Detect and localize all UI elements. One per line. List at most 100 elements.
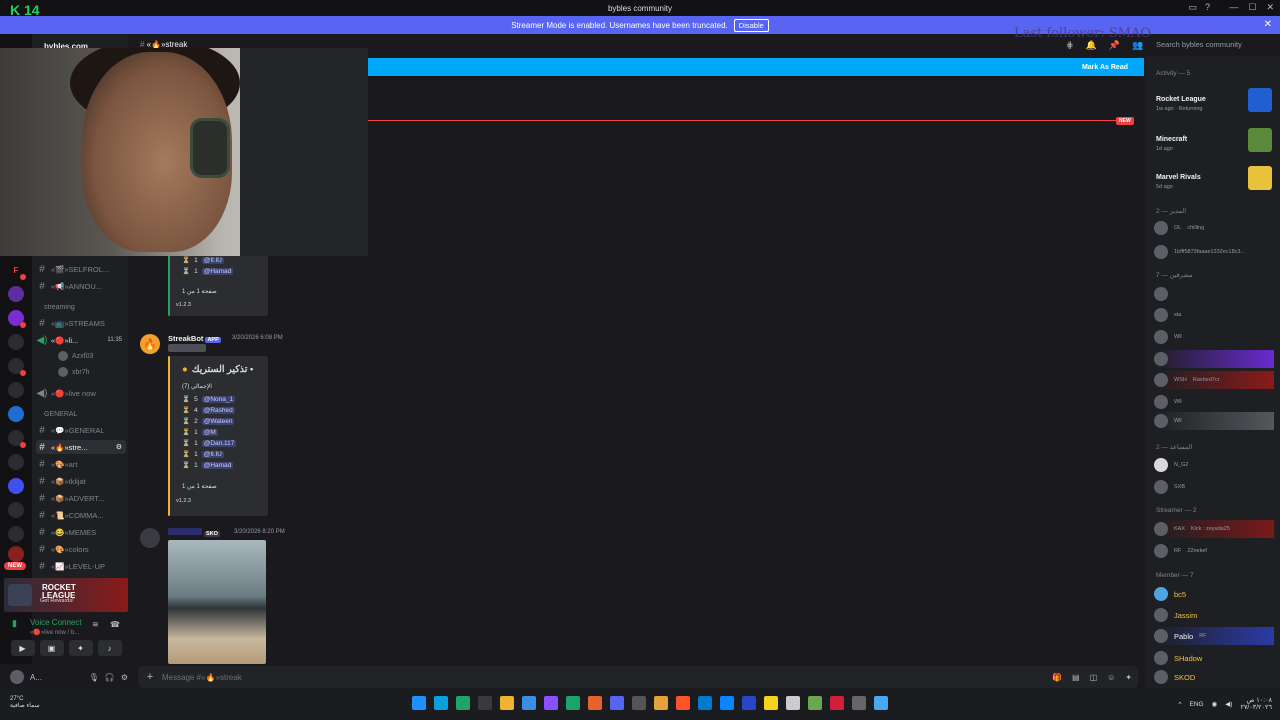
- user-mention[interactable]: @M: [201, 428, 218, 436]
- app-icon[interactable]: [544, 696, 558, 710]
- author-name[interactable]: StreakBot: [168, 334, 203, 343]
- firefox-icon[interactable]: [588, 696, 602, 710]
- screen-share-icon[interactable]: ▣: [39, 640, 64, 656]
- voice-channel-live[interactable]: ◀) «🔴»li... 11:35: [36, 333, 126, 347]
- search-input[interactable]: Search bybles community: [1150, 40, 1276, 54]
- pin-icon[interactable]: 📌: [1109, 40, 1120, 51]
- channel-streak[interactable]: # «🔥»stre... ⚙: [36, 440, 126, 454]
- tray-chevron-icon[interactable]: ^: [1178, 701, 1181, 708]
- weather-widget[interactable]: 27°C سماء صافية: [10, 696, 40, 710]
- avatar[interactable]: [10, 670, 24, 684]
- apps-icon[interactable]: ✦: [1125, 673, 1132, 682]
- channel-colors[interactable]: # «🎨»colors: [36, 542, 126, 556]
- member-item[interactable]: SKOD: [1154, 668, 1274, 686]
- channel-announcements[interactable]: # «📢»ANNOU...: [36, 279, 126, 293]
- file-explorer-icon[interactable]: [500, 696, 514, 710]
- user-mention[interactable]: @Hamad: [201, 461, 234, 469]
- user-mention[interactable]: @Hamad: [201, 267, 234, 275]
- member-item[interactable]: N_G2: [1154, 456, 1274, 474]
- inbox-icon[interactable]: ▭: [1188, 2, 1197, 13]
- server-icon[interactable]: [8, 546, 24, 562]
- activity-card[interactable]: Minecraft 1d ago: [1150, 126, 1276, 162]
- channel-general[interactable]: # «💬»GENERAL: [36, 423, 126, 437]
- channel-memes[interactable]: # «😂»MEMES: [36, 525, 126, 539]
- server-icon[interactable]: [8, 286, 24, 302]
- app-icon[interactable]: [830, 696, 844, 710]
- voice-channel-live-now[interactable]: ◀) «🔴»live now: [36, 386, 126, 400]
- clock[interactable]: ١٠:٠٨ ص ٢٧/٠٣/٢٠٢٦: [1240, 697, 1272, 711]
- member-item[interactable]: Pablo RF: [1154, 627, 1274, 645]
- soundboard-icon[interactable]: ♪: [97, 640, 122, 656]
- attached-photo[interactable]: [168, 540, 266, 664]
- channel-art[interactable]: # «🎨»art: [36, 457, 126, 471]
- mic-icon[interactable]: 🎙: [89, 673, 99, 682]
- app-icon[interactable]: [786, 696, 800, 710]
- message-composer[interactable]: + Message #«🔥»streak 🎁 ▤ ◫ ☺ ✦: [138, 666, 1138, 688]
- server-icon[interactable]: [8, 502, 24, 518]
- channel-commands[interactable]: # «📜»COMMA...: [36, 508, 126, 522]
- noise-suppression-icon[interactable]: ≋: [92, 620, 99, 629]
- banner-close-icon[interactable]: ✕: [1264, 19, 1272, 30]
- user-mention[interactable]: @Nona_1: [201, 395, 236, 403]
- start-icon[interactable]: [412, 696, 426, 710]
- discord-icon[interactable]: [610, 696, 624, 710]
- edge-icon[interactable]: [522, 696, 536, 710]
- member-item[interactable]: sta: [1154, 306, 1274, 324]
- message-author[interactable]: StreakBot APP: [168, 334, 221, 343]
- minimize-icon[interactable]: —: [1229, 2, 1238, 13]
- voice-user[interactable]: xbr7h: [58, 367, 90, 377]
- channel-tklijat[interactable]: # «📦»tklijat: [36, 474, 126, 488]
- member-item[interactable]: 1bfff5873faaae1332ec18c3...: [1154, 243, 1274, 261]
- category-streaming[interactable]: streaming: [44, 304, 75, 311]
- user-mention[interactable]: @Il.IU: [201, 450, 224, 458]
- server-icon[interactable]: [8, 334, 24, 350]
- close-window-icon[interactable]: ✕: [1266, 2, 1274, 13]
- disconnect-icon[interactable]: ☎: [110, 620, 120, 629]
- settings-icon[interactable]: ⚙: [116, 443, 126, 451]
- channel-level-up[interactable]: # «📈»LEVEL-UP: [36, 559, 126, 573]
- user-mention[interactable]: @Il.IU: [201, 256, 224, 264]
- app-icon[interactable]: [566, 696, 580, 710]
- streakbot-avatar[interactable]: 🔥: [140, 334, 160, 354]
- member-item[interactable]: Wll: [1154, 328, 1274, 346]
- app-icon[interactable]: [720, 696, 734, 710]
- channel-selfroles[interactable]: # «🎬»SELFROL...: [36, 262, 126, 276]
- add-attachment-icon[interactable]: +: [138, 671, 162, 683]
- member-item[interactable]: KAX Kick : zeyada25: [1154, 520, 1274, 538]
- new-messages-bar[interactable]: Mark As Read: [368, 58, 1144, 76]
- hidden-username[interactable]: [168, 528, 202, 535]
- member-item[interactable]: Wll: [1154, 393, 1274, 411]
- server-icon[interactable]: [8, 382, 24, 398]
- brave-icon[interactable]: [676, 696, 690, 710]
- member-item[interactable]: [1154, 350, 1274, 368]
- activity-card[interactable]: Rocket League 1w ago · Returning: [1150, 86, 1276, 122]
- user-mention[interactable]: @Wateen: [201, 417, 235, 425]
- member-item[interactable]: bc5: [1154, 585, 1274, 603]
- excel-icon[interactable]: [456, 696, 470, 710]
- channel-streams[interactable]: # «📺»STREAMS: [36, 316, 126, 330]
- user-avatar[interactable]: [140, 528, 160, 548]
- mark-as-read-button[interactable]: Mark As Read: [1082, 64, 1128, 71]
- member-item[interactable]: Jassim: [1154, 606, 1274, 624]
- gift-icon[interactable]: 🎁: [1052, 673, 1062, 682]
- app-icon[interactable]: [852, 696, 866, 710]
- app-icon[interactable]: [874, 696, 888, 710]
- sticker-icon[interactable]: ◫: [1090, 673, 1098, 682]
- settings-icon[interactable]: ⚙: [121, 673, 128, 682]
- help-icon[interactable]: ?: [1205, 2, 1210, 13]
- language-indicator[interactable]: ENG: [1190, 701, 1204, 708]
- task-view-icon[interactable]: [434, 696, 448, 710]
- app-icon[interactable]: [478, 696, 492, 710]
- server-icon[interactable]: [8, 478, 24, 494]
- activity-card[interactable]: Marvel Rivals 5d ago: [1150, 164, 1276, 200]
- activities-icon[interactable]: ✦: [68, 640, 93, 656]
- vscode-icon[interactable]: [698, 696, 712, 710]
- headphones-icon[interactable]: 🎧: [105, 673, 115, 682]
- user-mention[interactable]: @Rashed: [201, 406, 235, 414]
- user-mention[interactable]: @Dan.117: [201, 439, 237, 447]
- voice-connected-channel[interactable]: «🔴»live now / b...: [30, 629, 79, 636]
- server-icon[interactable]: [8, 454, 24, 470]
- member-item[interactable]: SHadow: [1154, 649, 1274, 667]
- member-item[interactable]: SXB: [1154, 478, 1274, 496]
- volume-icon[interactable]: ◀): [1225, 700, 1232, 708]
